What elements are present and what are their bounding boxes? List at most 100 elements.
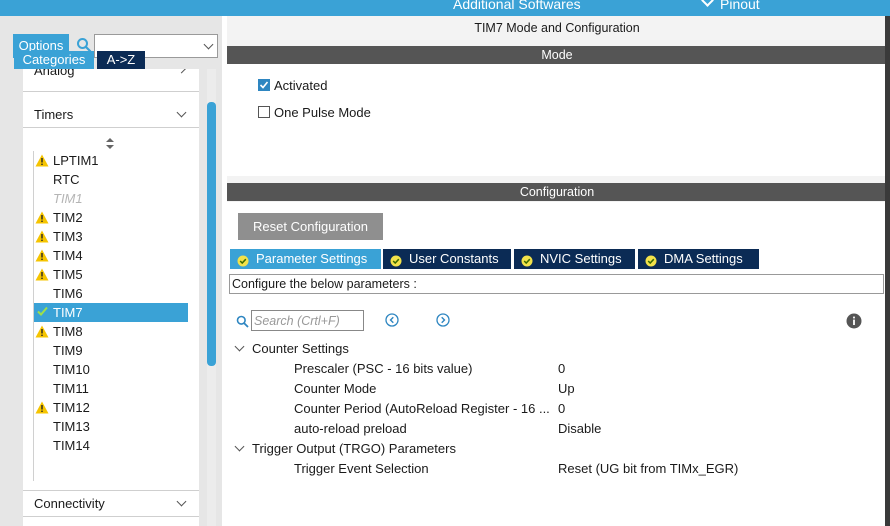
timer-label: TIM3 [53,229,83,244]
divider [23,91,199,92]
tab-categories[interactable]: Categories [14,51,94,69]
timer-label: TIM6 [53,286,83,301]
param-row[interactable]: Prescaler (PSC - 16 bits value) 0 [227,360,887,378]
param-value[interactable]: Up [558,381,575,396]
chevron-down-icon [176,496,187,507]
param-row[interactable]: Counter Period (AutoReload Register - 16… [227,400,887,418]
timer-label: TIM9 [53,343,83,358]
pinout-label: Pinout [720,0,760,12]
warning-icon [35,325,49,338]
sort-icon[interactable] [105,138,115,150]
check-circle-icon [645,253,657,267]
one-pulse-mode-label: One Pulse Mode [274,105,371,120]
divider [23,490,199,491]
timer-item-tim13[interactable]: TIM13 [34,417,188,436]
tab-nvic-settings[interactable]: NVIC Settings [514,249,635,269]
tab-label: User Constants [409,251,499,266]
tab-parameter-settings[interactable]: Parameter Settings [230,249,381,269]
warning-icon [35,211,49,224]
category-label: Analog [34,69,75,78]
param-value[interactable]: 0 [558,361,565,376]
parameter-search-input[interactable]: Search (Crtl+F) [251,310,364,331]
tab-dma-settings[interactable]: DMA Settings [638,249,759,269]
activated-label: Activated [274,78,328,93]
timer-item-tim1[interactable]: TIM1 [34,189,188,208]
top-menu-bar: Additional Softwares Pinout [0,0,890,16]
timer-item-tim5[interactable]: TIM5 [34,265,188,284]
param-name: auto-reload preload [294,421,407,436]
timer-item-tim8[interactable]: TIM8 [34,322,188,341]
group-trigger-output[interactable]: Trigger Output (TRGO) Parameters [227,440,887,458]
activated-checkbox[interactable] [258,79,270,91]
configuration-area: Reset Configuration Parameter Settings U… [227,202,887,526]
info-icon[interactable] [846,313,862,329]
left-panel: Options Categories A->Z Analog Timers LP… [0,16,222,526]
tab-user-constants[interactable]: User Constants [383,249,511,269]
timer-item-tim3[interactable]: TIM3 [34,227,188,246]
chevron-right-icon [176,69,187,74]
warning-icon [35,154,49,167]
mode-area: Activated One Pulse Mode [227,64,887,176]
timer-item-rtc[interactable]: RTC [34,170,188,189]
timer-item-tim9[interactable]: TIM9 [34,341,188,360]
component-tree: Analog Timers LPTIM1 RTC TIM1 TIM2 TIM3 … [23,69,199,526]
category-analog[interactable]: Analog [23,69,199,83]
window-edge [885,16,890,526]
description-text: Configure the below parameters : [232,277,417,291]
param-row[interactable]: auto-reload preload Disable [227,420,887,438]
timer-label: TIM14 [53,438,90,453]
timer-label: TIM12 [53,400,90,415]
timer-label: TIM10 [53,362,90,377]
category-timers[interactable]: Timers [23,103,199,127]
sidebar-scrollbar-thumb[interactable] [207,102,216,366]
param-value[interactable]: 0 [558,401,565,416]
timer-item-tim4[interactable]: TIM4 [34,246,188,265]
timer-item-tim12[interactable]: TIM12 [34,398,188,417]
check-circle-icon [521,253,533,267]
group-label: Trigger Output (TRGO) Parameters [252,441,456,456]
pinout-menu[interactable]: Pinout [701,0,760,12]
mode-section-header: Mode [227,46,887,64]
timer-item-tim14[interactable]: TIM14 [34,436,188,455]
timer-list: LPTIM1 RTC TIM1 TIM2 TIM3 TIM4 TIM5 TIM6… [34,151,188,455]
reset-configuration-button[interactable]: Reset Configuration [238,213,383,240]
param-value[interactable]: Disable [558,421,601,436]
chevron-down-icon [203,39,214,50]
timer-label: TIM7 [53,305,83,320]
description-box: Configure the below parameters : [229,274,884,294]
timer-item-tim11[interactable]: TIM11 [34,379,188,398]
tab-label: NVIC Settings [540,251,622,266]
timer-label: LPTIM1 [53,153,99,168]
divider [23,127,199,128]
check-circle-icon [237,253,249,267]
tab-a-to-z[interactable]: A->Z [97,51,145,69]
page-title: TIM7 Mode and Configuration [474,21,640,35]
timer-label: TIM5 [53,267,83,282]
timer-item-tim7[interactable]: TIM7 [34,303,188,322]
check-circle-icon [390,253,402,267]
group-counter-settings[interactable]: Counter Settings [227,340,887,358]
category-connectivity[interactable]: Connectivity [23,492,199,516]
one-pulse-mode-checkbox[interactable] [258,106,270,118]
additional-softwares-menu[interactable]: Additional Softwares [453,0,581,12]
timer-item-tim6[interactable]: TIM6 [34,284,188,303]
timer-label: TIM8 [53,324,83,339]
chevron-down-icon [701,0,714,7]
timer-label: TIM2 [53,210,83,225]
timer-label: TIM11 [53,381,89,396]
timer-item-tim10[interactable]: TIM10 [34,360,188,379]
tab-label: Parameter Settings [256,251,368,266]
timer-item-lptim1[interactable]: LPTIM1 [34,151,188,170]
previous-match-icon[interactable] [385,313,399,327]
param-row[interactable]: Trigger Event Selection Reset (UG bit fr… [227,460,887,478]
param-name: Counter Mode [294,381,377,396]
param-row[interactable]: Counter Mode Up [227,380,887,398]
search-placeholder: Search (Crtl+F) [254,314,340,328]
warning-icon [35,249,49,262]
timer-label: TIM4 [53,248,83,263]
timer-item-tim2[interactable]: TIM2 [34,208,188,227]
next-match-icon[interactable] [436,313,450,327]
category-label: Timers [34,107,74,122]
category-label: Connectivity [34,496,105,511]
param-value[interactable]: Reset (UG bit from TIMx_EGR) [558,461,738,476]
